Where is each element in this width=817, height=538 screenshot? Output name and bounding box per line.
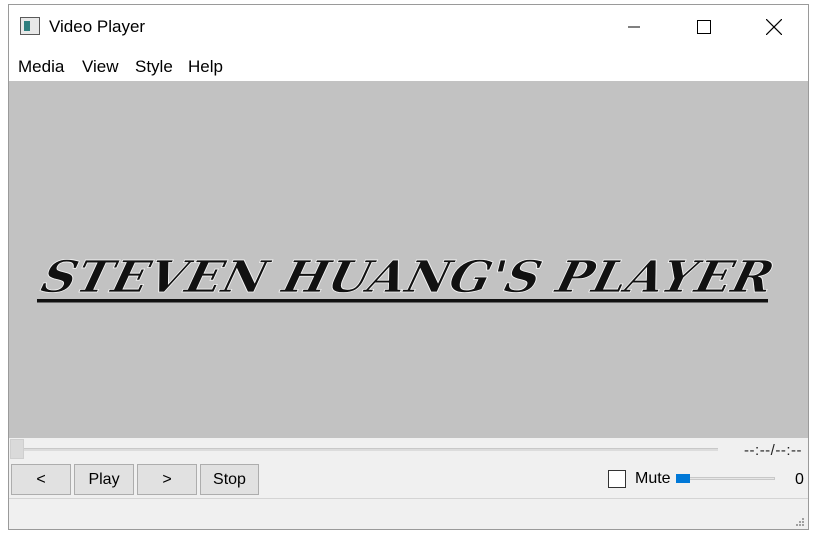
menu-style[interactable]: Style [135, 57, 173, 77]
app-window-icon [20, 17, 40, 35]
mute-checkbox[interactable] [608, 470, 626, 488]
close-button[interactable] [751, 5, 797, 49]
play-button[interactable]: Play [74, 464, 134, 495]
minimize-button[interactable] [611, 5, 657, 49]
volume-slider-track[interactable] [676, 477, 775, 480]
next-button[interactable]: > [137, 464, 197, 495]
seek-slider-track[interactable] [10, 448, 718, 451]
size-grip-icon[interactable] [793, 514, 805, 526]
player-logo-text: STEVEN HUANG'S PLAYER [36, 251, 779, 303]
menu-media[interactable]: Media [18, 57, 64, 77]
video-player-window: Video Player Media View Style Help STEVE… [8, 4, 809, 530]
stop-button[interactable]: Stop [200, 464, 259, 495]
size-grip-dots [796, 518, 804, 526]
volume-slider-handle[interactable] [676, 474, 690, 483]
maximize-button[interactable] [681, 5, 727, 49]
mute-label[interactable]: Mute [635, 470, 671, 488]
menu-bar: Media View Style Help [9, 49, 808, 81]
menu-help[interactable]: Help [188, 57, 223, 77]
title-bar[interactable]: Video Player [9, 5, 808, 49]
menu-view[interactable]: View [82, 57, 119, 77]
previous-button[interactable]: < [11, 464, 71, 495]
player-logo: STEVEN HUANG'S PLAYER [36, 250, 780, 303]
video-display[interactable]: STEVEN HUANG'S PLAYER [9, 81, 808, 438]
close-icon [766, 19, 782, 35]
seek-slider-handle[interactable] [10, 439, 24, 459]
status-divider [9, 498, 808, 499]
maximize-icon [697, 20, 711, 34]
minimize-icon [628, 26, 640, 28]
volume-value: 0 [795, 471, 804, 488]
time-label: --:--/--:-- [744, 442, 802, 459]
window-title: Video Player [49, 17, 146, 36]
logo-underline [37, 299, 768, 303]
